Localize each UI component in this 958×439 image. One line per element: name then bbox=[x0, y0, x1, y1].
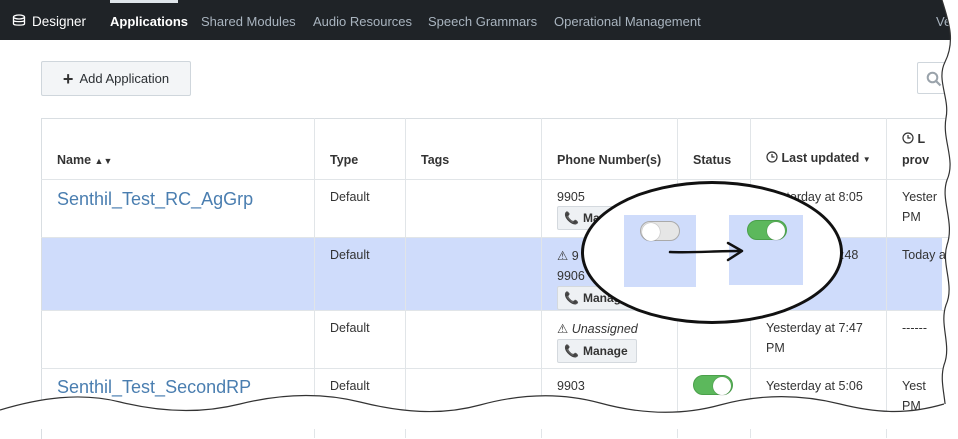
torn-edge-overlay bbox=[0, 0, 958, 429]
